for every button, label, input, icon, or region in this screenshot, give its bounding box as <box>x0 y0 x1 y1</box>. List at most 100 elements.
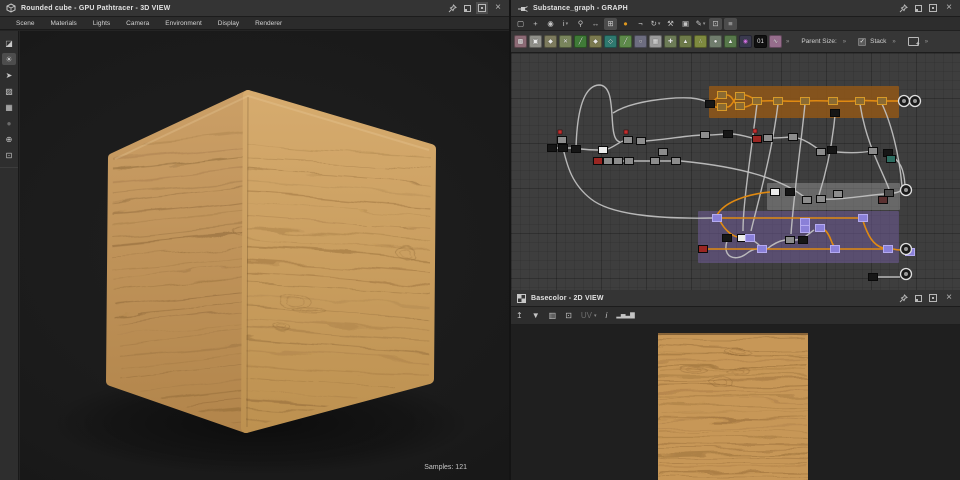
panel-graph: Substance_graph - GRAPH × ▢+◉i▾⚲↔⊞●¬↻▾⚒▣… <box>511 0 960 290</box>
histogram-icon[interactable]: ▂▅▃▇ <box>616 312 634 319</box>
screenshot-icon[interactable]: ⊡ <box>2 149 16 161</box>
tools-icon[interactable]: ⚒ <box>664 18 677 30</box>
add-frame-button[interactable]: » <box>908 37 930 46</box>
menu-camera[interactable]: Camera <box>118 20 157 27</box>
panel-2d-title: Basecolor - 2D VIEW <box>531 295 604 302</box>
close-icon[interactable]: × <box>944 3 954 13</box>
add-frame-icon <box>908 37 919 46</box>
menu-display[interactable]: Display <box>210 20 247 27</box>
colorwheel-node-icon[interactable]: ◉ <box>739 35 752 48</box>
cleanup-icon[interactable]: ✎▾ <box>694 18 707 30</box>
scatter-node-icon[interactable]: ∴ <box>694 35 707 48</box>
info-icon[interactable]: i <box>606 311 608 320</box>
mesh-sphere-icon[interactable]: ● <box>2 117 16 129</box>
menu-materials[interactable]: Materials <box>42 20 84 27</box>
graph-toolbar: ▢+◉i▾⚲↔⊞●¬↻▾⚒▣✎▾⊡≡ <box>511 17 960 31</box>
wire-color-icon[interactable]: ● <box>619 18 632 30</box>
height-node-icon[interactable]: ▲ <box>679 35 692 48</box>
maximize-icon[interactable] <box>478 4 486 12</box>
reroute-icon[interactable]: ¬ <box>634 18 647 30</box>
rotate-icon[interactable]: ↻▾ <box>649 18 662 30</box>
palette-overflow-chevron[interactable]: » <box>784 39 791 45</box>
graph-nodes-icon[interactable]: ⊞ <box>604 18 617 30</box>
float-window-icon[interactable] <box>464 5 471 12</box>
export-icon[interactable]: ↥ <box>516 311 523 320</box>
preview-icon[interactable]: ▣ <box>679 18 692 30</box>
material-icon[interactable]: ▦ <box>2 101 16 113</box>
pyramid-node-icon[interactable]: ▲ <box>724 35 737 48</box>
texture-preview <box>658 333 808 480</box>
text-node-icon[interactable]: ▣ <box>529 35 542 48</box>
curve-node-icon[interactable]: ╱ <box>574 35 587 48</box>
spline-node-icon[interactable]: ∿ <box>769 35 782 48</box>
3d-view-sidebar: ◪ ☀ ➤ ▨ ▦ ● ⊕ ⊡ <box>0 31 19 480</box>
sphere-node-icon[interactable]: ● <box>709 35 722 48</box>
link-icon[interactable]: ↔ <box>589 18 602 30</box>
graph-canvas[interactable] <box>511 53 960 290</box>
panel-graph-header: Substance_graph - GRAPH × <box>511 0 960 17</box>
maximize-icon[interactable] <box>929 294 937 302</box>
camera-icon[interactable]: ◉ <box>544 18 557 30</box>
pan-icon[interactable]: + <box>529 18 542 30</box>
2d-view-toolbar: ↥ ▼ ▥ ⊡ UV▾ i ▂▅▃▇ <box>511 307 960 325</box>
shuffle-node-icon[interactable]: ✕ <box>559 35 572 48</box>
panel-2d-view: Basecolor - 2D VIEW × ↥ ▼ ▥ ⊡ UV▾ i ▂▅▃▇ <box>511 290 960 480</box>
pin-icon[interactable] <box>898 293 908 303</box>
shape-node-icon[interactable]: ○ <box>634 35 647 48</box>
panel-3d-view: Rounded cube - GPU Pathtracer - 3D VIEW … <box>0 0 509 480</box>
3d-view-icon <box>6 3 16 13</box>
graph-icon <box>517 4 528 13</box>
fit-image-icon[interactable]: ⊡ <box>565 311 572 320</box>
stack-toggle[interactable]: ✓ Stack » <box>858 38 898 46</box>
marquee-select-icon[interactable]: ▢ <box>514 18 527 30</box>
pointer-icon[interactable]: ➤ <box>2 69 16 81</box>
blur-node-icon[interactable]: ◆ <box>544 35 557 48</box>
2d-view-canvas[interactable] <box>511 325 960 480</box>
2d-view-icon <box>517 294 526 303</box>
close-icon[interactable]: × <box>493 3 503 13</box>
3d-viewport[interactable]: Samples: 121 <box>20 31 509 480</box>
uv-dropdown[interactable]: UV▾ <box>581 311 597 320</box>
substance-designer-app: Rounded cube - GPU Pathtracer - 3D VIEW … <box>0 0 960 480</box>
graph-node-palette: ▩▣◆✕╱◆◇╱○▦✚▲∴●▲◉01∿ » Parent Size: » ✓ S… <box>511 31 960 53</box>
info-icon[interactable]: i▾ <box>559 18 572 30</box>
light-icon[interactable]: ☀ <box>2 53 16 65</box>
maximize-icon[interactable] <box>929 4 937 12</box>
float-window-icon[interactable] <box>915 295 922 302</box>
slope-blur-node-icon[interactable]: ╱ <box>619 35 632 48</box>
frame-chevron: » <box>923 39 930 45</box>
menu-scene[interactable]: Scene <box>8 20 42 27</box>
stack-label: Stack <box>870 38 886 45</box>
parent-size-chevron: » <box>841 39 848 45</box>
menu-lights[interactable]: Lights <box>85 20 118 27</box>
parent-size-dropdown[interactable]: Parent Size: » <box>801 38 848 45</box>
float-window-icon[interactable] <box>915 5 922 12</box>
turntable-icon[interactable]: ⊕ <box>2 133 16 145</box>
add-node-icon[interactable]: ✚ <box>664 35 677 48</box>
menu-renderer[interactable]: Renderer <box>247 20 290 27</box>
pin-icon[interactable] <box>898 3 908 13</box>
binary-node-icon[interactable]: 01 <box>754 35 767 48</box>
warp-node-icon[interactable]: ◆ <box>589 35 602 48</box>
save-icon[interactable]: ▼ <box>532 311 540 320</box>
close-icon[interactable]: × <box>944 293 954 303</box>
transform-node-icon[interactable]: ◇ <box>604 35 617 48</box>
copy-icon[interactable]: ▥ <box>549 311 557 320</box>
zoom-icon[interactable]: ⚲ <box>574 18 587 30</box>
display-camera-icon[interactable]: ◪ <box>2 37 16 49</box>
tile-node-icon[interactable]: ▦ <box>649 35 662 48</box>
panel-3d-header: Rounded cube - GPU Pathtracer - 3D VIEW … <box>0 0 509 17</box>
outline-icon[interactable]: ≡ <box>724 18 737 30</box>
panel-2d-header: Basecolor - 2D VIEW × <box>511 290 960 307</box>
stack-checkbox[interactable]: ✓ <box>858 38 866 46</box>
bitmap-node-icon[interactable]: ▩ <box>514 35 527 48</box>
parent-size-label: Parent Size: <box>801 38 836 45</box>
samples-counter: Samples: 121 <box>424 464 467 471</box>
frame-icon[interactable]: ⊡ <box>709 18 722 30</box>
pin-icon[interactable] <box>447 3 457 13</box>
node-palette-chips: ▩▣◆✕╱◆◇╱○▦✚▲∴●▲◉01∿ <box>514 35 782 48</box>
menu-environment[interactable]: Environment <box>157 20 210 27</box>
rounded-cube-render <box>20 31 509 480</box>
environment-icon[interactable]: ▨ <box>2 85 16 97</box>
stack-chevron: » <box>890 39 897 45</box>
